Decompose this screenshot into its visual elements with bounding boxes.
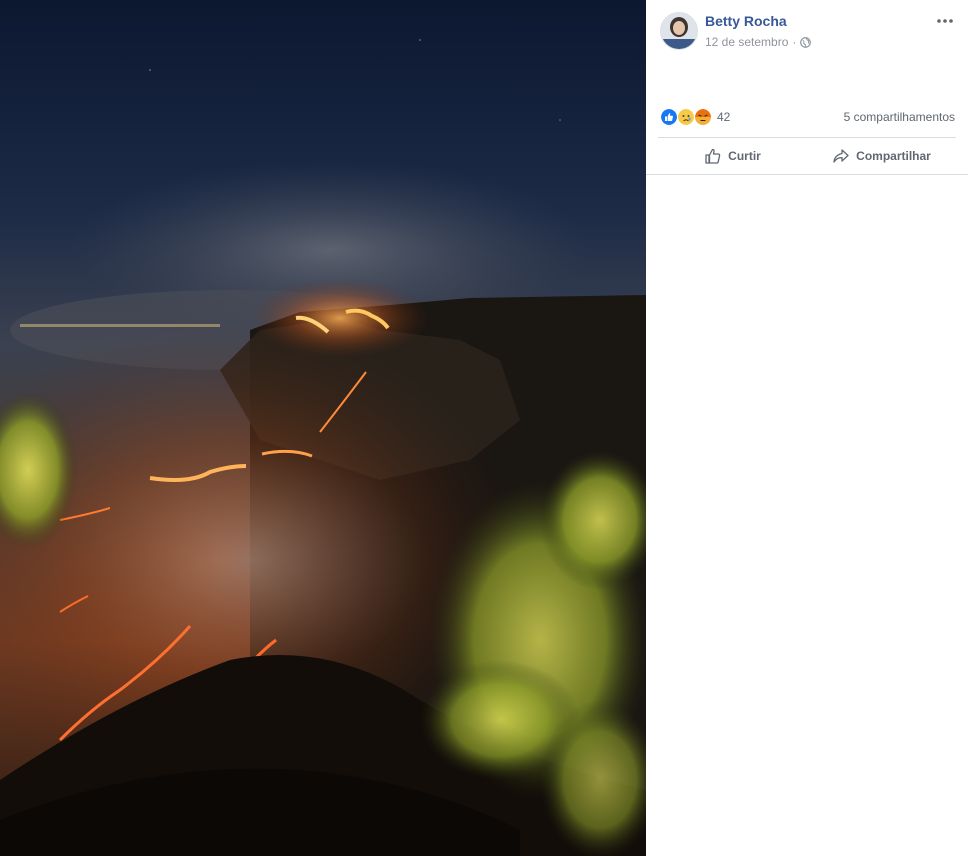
post-date[interactable]: 12 de setembro <box>705 35 788 49</box>
more-options-button[interactable] <box>936 12 954 30</box>
like-button[interactable]: Curtir <box>658 139 807 173</box>
post-details-panel: Betty Rocha 12 de setembro · 42 5 compar… <box>646 0 968 856</box>
like-button-label: Curtir <box>728 149 761 163</box>
profile-picture-icon <box>661 13 697 49</box>
reaction-count[interactable]: 42 <box>717 110 730 124</box>
author-name-link[interactable]: Betty Rocha <box>705 13 787 29</box>
globe-icon[interactable] <box>800 36 812 48</box>
share-button-label: Compartilhar <box>856 149 931 163</box>
wildfire-photo <box>0 0 646 856</box>
post-photo[interactable] <box>0 0 646 856</box>
more-options-icon <box>937 19 953 23</box>
angry-reaction-icon <box>694 108 712 126</box>
avatar[interactable] <box>660 12 698 50</box>
share-arrow-icon <box>833 149 849 163</box>
post-meta: 12 de setembro · <box>705 35 812 49</box>
share-button[interactable]: Compartilhar <box>807 139 956 173</box>
thumbs-up-icon <box>705 148 721 164</box>
action-bar: Curtir Compartilhar <box>658 138 956 174</box>
shares-count[interactable]: 5 compartilhamentos <box>844 110 955 124</box>
like-reaction-icon <box>660 108 678 126</box>
reactions-summary[interactable]: 42 <box>660 108 730 126</box>
section-divider <box>646 174 968 175</box>
meta-separator: · <box>792 35 797 49</box>
sad-reaction-icon <box>677 108 695 126</box>
